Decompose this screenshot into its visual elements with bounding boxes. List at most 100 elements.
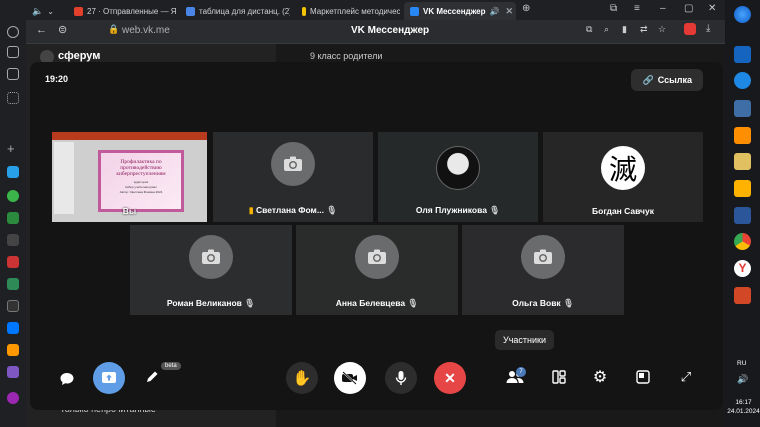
participant-tile[interactable]: Анна Белевцева 🎙: [296, 225, 458, 315]
slide-thumbnails: [54, 142, 74, 214]
chat-button[interactable]: [52, 364, 82, 394]
app-icon[interactable]: [7, 256, 19, 268]
link-button[interactable]: 🔗 Ссылка: [631, 69, 703, 91]
history-icon[interactable]: [7, 26, 19, 38]
participant-tile[interactable]: Оля Плужникова 🎙: [378, 132, 538, 222]
app-icon[interactable]: [734, 100, 751, 117]
app-icon[interactable]: [734, 127, 751, 144]
app-icon[interactable]: [7, 212, 19, 224]
tab-audio[interactable]: 🔈 ⌄: [26, 2, 66, 20]
app-icon[interactable]: [7, 166, 19, 178]
page-title: VK Мессенджер: [351, 25, 430, 36]
bookmarks-icon[interactable]: ⊜: [58, 23, 67, 36]
speaker-icon: 🔈: [32, 5, 44, 16]
app-icon[interactable]: [734, 46, 751, 63]
settings-button[interactable]: ⚙: [585, 362, 615, 392]
app-icon[interactable]: [7, 190, 19, 202]
yandex-browser-icon[interactable]: Y: [734, 260, 751, 277]
mic-muted-icon: 🎙: [407, 298, 419, 308]
slide-sub3: Автор: Светлана Фомина 2024: [119, 190, 163, 194]
close-tab-icon[interactable]: ✕: [505, 6, 513, 17]
participant-name: Светлана Фом...: [255, 205, 324, 215]
folder-icon[interactable]: [734, 153, 751, 170]
participants-button[interactable]: [500, 362, 530, 392]
taskbar-clock[interactable]: 16:17 24.01.2024: [727, 398, 760, 416]
participant-name: Вы: [122, 206, 137, 216]
media-icon[interactable]: [734, 180, 751, 197]
language-indicator[interactable]: RU: [737, 360, 746, 367]
new-tab-button[interactable]: ⊕: [522, 3, 530, 14]
share-screen-button[interactable]: [93, 362, 125, 394]
toggle-camera-button[interactable]: [334, 362, 366, 394]
close-window-button[interactable]: ✕: [708, 3, 716, 14]
participant-tile[interactable]: Роман Великанов 🎙: [130, 225, 292, 315]
call-duration: 19:20: [45, 74, 69, 84]
app-icon[interactable]: [7, 366, 19, 378]
speaker-icon: 🔊: [489, 6, 500, 16]
menu-icon[interactable]: ≡: [634, 3, 640, 14]
participants-tooltip: Участники: [495, 330, 554, 350]
call-window: 19:20 🔗 Ссылка Профилактика по противоде…: [30, 62, 723, 410]
downloads-icon[interactable]: [7, 46, 19, 58]
end-call-button[interactable]: ✕: [434, 362, 466, 394]
link-label: Ссылка: [657, 75, 692, 85]
volume-icon[interactable]: 🔊: [737, 374, 748, 385]
start-button-icon[interactable]: [734, 6, 751, 23]
participant-name-row: ▮ Светлана Фом... 🎙: [213, 205, 373, 216]
powerpoint-icon[interactable]: [734, 287, 751, 304]
participants-count-badge: 7: [516, 367, 526, 377]
back-icon[interactable]: ←: [36, 24, 47, 36]
fullscreen-button[interactable]: ⤢: [671, 362, 701, 392]
app-icon[interactable]: [7, 344, 19, 356]
participant-tile[interactable]: ▮ Светлана Фом... 🎙: [213, 132, 373, 222]
slide-sub1: аудитория: [133, 180, 149, 184]
search-icon[interactable]: ⌕: [604, 24, 609, 35]
download-icon[interactable]: ⤓: [706, 23, 710, 34]
tab-title: таблица для дистанц. (2).d: [199, 6, 290, 16]
tab-doc[interactable]: таблица для дистанц. (2).d: [180, 2, 290, 20]
camera-icon[interactable]: ▮: [622, 24, 627, 35]
tab-marketplace[interactable]: Маркетплейс методическ: [296, 2, 400, 20]
app-icon[interactable]: [7, 278, 19, 290]
browser-sidebar: +: [0, 20, 26, 427]
url-text[interactable]: web.vk.me: [122, 25, 170, 36]
extension-icon[interactable]: [684, 23, 696, 35]
mic-muted-icon: 🎙: [326, 205, 338, 215]
participant-name-row: Оля Плужникова 🎙: [378, 205, 538, 216]
layout-button[interactable]: [544, 362, 574, 392]
ie-icon[interactable]: [734, 72, 751, 89]
app-icon[interactable]: [7, 300, 19, 312]
marketplace-icon: [302, 6, 306, 16]
translate-icon[interactable]: ⇄: [640, 24, 648, 35]
app-icon[interactable]: [7, 322, 19, 334]
camera-off-icon: [271, 142, 315, 187]
chrome-icon[interactable]: [734, 233, 751, 250]
app-icon[interactable]: [7, 392, 19, 404]
maximize-button[interactable]: ▢: [684, 3, 693, 14]
minimize-call-button[interactable]: [628, 362, 658, 392]
app-icon[interactable]: [7, 234, 19, 246]
raise-hand-button[interactable]: ✋: [286, 362, 318, 394]
tab-yandex-mail[interactable]: 27 · Отправленные — Янд: [68, 2, 176, 20]
minimize-button[interactable]: –: [660, 3, 666, 14]
add-icon[interactable]: +: [7, 142, 19, 156]
collections-icon[interactable]: ⧉: [610, 3, 617, 14]
slide-title: Профилактика по противодействию киберпре…: [116, 159, 166, 177]
participant-tile[interactable]: Ольга Вовк 🎙: [462, 225, 624, 315]
bookmark-icon[interactable]: ☆: [658, 24, 666, 35]
word-icon[interactable]: [734, 207, 751, 224]
participant-tile-self[interactable]: Профилактика по противодействию киберпре…: [52, 132, 207, 222]
reader-icon[interactable]: ⧉: [586, 24, 592, 35]
doc-icon: [186, 6, 195, 16]
tab-vk-messenger[interactable]: VK Мессенджер 🔊 ✕: [404, 2, 516, 20]
participant-name: Анна Белевцева: [335, 298, 406, 308]
slide-canvas: Профилактика по противодействию киберпре…: [98, 150, 184, 212]
grid-layout-icon: [552, 370, 566, 384]
toggle-mic-button[interactable]: [385, 362, 417, 394]
camera-off-icon: [355, 235, 399, 280]
camera-off-icon: [189, 235, 233, 280]
participant-tile[interactable]: 滅 Богдан Савчук: [543, 132, 703, 222]
lock-icon: 🔒: [108, 24, 120, 34]
apps-icon[interactable]: [7, 92, 19, 104]
tab-count-icon[interactable]: [7, 68, 19, 80]
